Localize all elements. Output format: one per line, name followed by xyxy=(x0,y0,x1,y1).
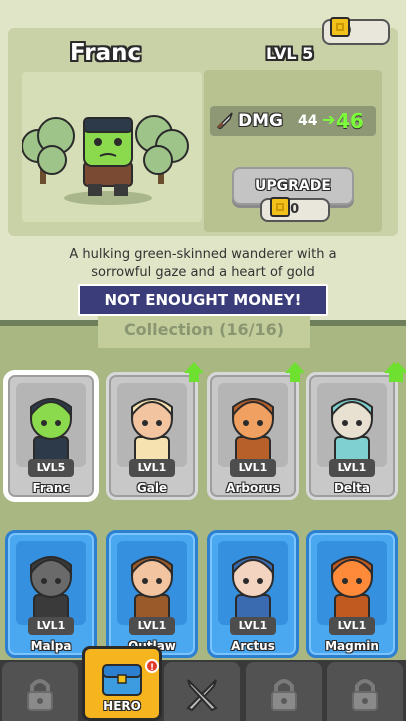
hero-card-magmin[interactable]: LVL1 Magmin xyxy=(306,530,398,658)
notification-badge: ! xyxy=(145,659,159,673)
hero-description: A hulking green-skinned wanderer with a … xyxy=(69,247,337,280)
collection-title: Collection (16/16) xyxy=(98,312,310,348)
hero-portrait-art xyxy=(232,556,274,622)
hero-portrait xyxy=(117,383,187,467)
nav-tab-locked[interactable] xyxy=(2,662,78,721)
hero-card-level: LVL1 xyxy=(230,617,276,635)
chest-icon xyxy=(99,659,145,703)
stat-increase-arrow-icon: ➔ xyxy=(322,110,336,129)
hero-card-level: LVL1 xyxy=(230,459,276,477)
nav-tab-locked[interactable] xyxy=(246,662,322,721)
lock-icon xyxy=(20,674,60,718)
hero-card-arctus[interactable]: LVL1 Arctus xyxy=(207,530,299,658)
hero-card-name: Malpa xyxy=(30,639,72,653)
hero-card-name: Magmin xyxy=(325,639,379,653)
hero-card-level: LVL1 xyxy=(329,459,375,477)
hero-portrait-art xyxy=(131,556,173,622)
upgrade-available-arrow-icon xyxy=(388,362,406,384)
hero-portrait-art xyxy=(331,556,373,622)
hero-card-franc[interactable]: LVL5 Franc xyxy=(3,370,99,502)
hero-portrait xyxy=(218,383,288,467)
coin-icon xyxy=(270,197,290,217)
hero-card-malpa[interactable]: LVL1 Malpa xyxy=(5,530,97,658)
damage-next: 46 xyxy=(336,109,364,133)
hero-preview-art xyxy=(21,115,189,205)
hero-card-arborus[interactable]: LVL1 Arborus xyxy=(207,372,299,500)
hero-card-name: Arborus xyxy=(226,481,280,495)
nav-tab-hero-label: HERO xyxy=(103,699,141,713)
upgrade-available-arrow-icon xyxy=(285,362,305,384)
upgrade-available-arrow-icon xyxy=(184,362,204,384)
hero-portrait-art xyxy=(30,398,72,464)
gold-coin-icon xyxy=(330,17,350,37)
hero-card-gale[interactable]: LVL1 Gale xyxy=(106,372,198,500)
error-toast: NOT ENOUGHT MONEY! xyxy=(78,284,328,316)
hero-card-name: Delta xyxy=(333,481,371,495)
hero-card-level: LVL1 xyxy=(129,459,175,477)
hero-portrait xyxy=(317,541,387,625)
hero-card-level: LVL1 xyxy=(329,617,375,635)
gold-counter: 80 xyxy=(322,17,390,45)
damage-current: 44 xyxy=(298,113,318,129)
hero-level: LVL 5 xyxy=(266,44,314,63)
hero-card-delta[interactable]: LVL1 Delta xyxy=(306,372,398,500)
hero-card-name: Franc xyxy=(32,481,70,495)
sword-icon xyxy=(216,111,234,133)
hero-portrait xyxy=(16,383,86,467)
hero-card-level: LVL5 xyxy=(28,459,74,477)
hero-card-level: LVL1 xyxy=(129,617,175,635)
hero-card-outlaw[interactable]: LVL1Outlaw xyxy=(106,530,198,658)
hero-card-level: LVL1 xyxy=(28,617,74,635)
upgrade-cost: 840 xyxy=(260,197,330,222)
nav-tab-hero[interactable]: ! HERO xyxy=(82,646,162,721)
hero-portrait-art xyxy=(30,556,72,622)
lock-icon xyxy=(345,674,385,718)
hero-name: Franc xyxy=(70,40,142,66)
damage-label: DMG xyxy=(238,111,283,131)
hero-portrait-art xyxy=(331,398,373,464)
hero-portrait-art xyxy=(232,398,274,464)
nav-tab-locked[interactable] xyxy=(327,662,403,721)
lock-icon xyxy=(264,674,304,718)
hero-portrait xyxy=(117,541,187,625)
hero-portrait xyxy=(317,383,387,467)
hero-portrait-art xyxy=(131,398,173,464)
nav-tab-battle[interactable] xyxy=(164,662,240,721)
hero-preview xyxy=(21,72,202,222)
hero-portrait xyxy=(16,541,86,625)
damage-stat-row: DMG 44 ➔ 46 xyxy=(210,106,376,136)
hero-card-name: Arctus xyxy=(231,639,275,653)
hero-portrait xyxy=(218,541,288,625)
crossed-swords-icon xyxy=(182,674,222,718)
hero-card-name: Gale xyxy=(136,481,168,495)
